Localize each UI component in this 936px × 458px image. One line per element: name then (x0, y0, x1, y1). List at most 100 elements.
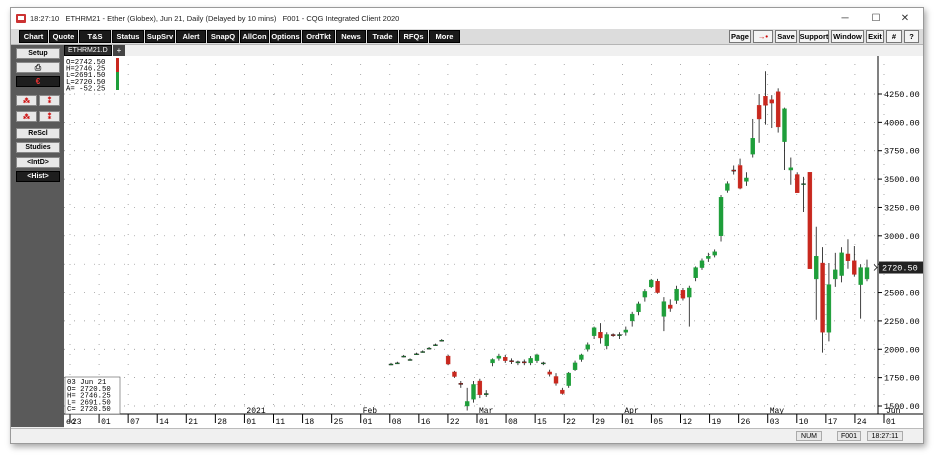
candle-body (756, 105, 762, 120)
candle[interactable] (566, 371, 571, 388)
x-tick-label: 05 (653, 418, 663, 427)
toolbar-window-button[interactable]: Window (831, 30, 864, 43)
x-tick-label: 07 (130, 418, 140, 427)
y-tick-label: 2000.00 (884, 345, 920, 355)
candle[interactable] (452, 370, 457, 378)
toolbar-rfqs-button[interactable]: RFQs (399, 30, 428, 43)
printer-icon: ⎙ (34, 62, 42, 72)
candle-body (401, 355, 406, 358)
candle-body (649, 279, 654, 288)
candle-body (458, 383, 464, 385)
app-icon (16, 14, 26, 23)
toolbar-status-button[interactable]: Status (112, 30, 144, 43)
candle-body (814, 256, 819, 280)
toolbar-trade-button[interactable]: Trade (367, 30, 398, 43)
x-tick-label: 17 (828, 418, 838, 427)
x-tick-label: 01 (363, 418, 373, 427)
candle-body (414, 353, 419, 356)
toolbar-ordtkt-button[interactable]: OrdTkt (302, 30, 335, 43)
candle-body (407, 359, 413, 361)
toolbar-snapq-button[interactable]: SnapQ (207, 30, 239, 43)
candle[interactable] (471, 381, 476, 403)
toolbar-quote-button[interactable]: Quote (49, 30, 78, 43)
toolbar-support-button[interactable]: Support (799, 30, 829, 43)
candle-body (572, 362, 578, 370)
toolbar-alert-button[interactable]: Alert (176, 30, 206, 43)
candle-body (439, 339, 444, 342)
currency-button[interactable]: € (16, 76, 60, 87)
candle[interactable] (807, 172, 813, 269)
historical-button[interactable]: <Hist> (16, 171, 60, 182)
toolbar-next-page-button[interactable]: →• (753, 30, 773, 43)
candle[interactable] (775, 88, 781, 133)
toolbar-exit-button[interactable]: Exit (866, 30, 884, 43)
x-tick-label: 21 (188, 418, 198, 427)
y-tick-label: 3250.00 (884, 203, 920, 213)
candle-body (858, 267, 863, 285)
candle-body (547, 371, 552, 375)
x-tick-label: 01 (479, 418, 489, 427)
x-tick-label: 22 (450, 418, 460, 427)
candle-body (833, 269, 838, 280)
candle-body (794, 174, 800, 193)
toolbar-chart-button[interactable]: Chart (19, 30, 48, 43)
candle[interactable] (655, 278, 660, 294)
close-button[interactable]: ✕ (889, 8, 921, 29)
candle-body (680, 290, 686, 299)
grid-tool-2-button[interactable]: ⁑ (39, 95, 60, 106)
x-tick-label: 22 (566, 418, 576, 427)
candle-body (484, 393, 489, 395)
page-indicator: F001 (837, 431, 861, 441)
maximize-button[interactable]: ☐ (860, 8, 892, 29)
candle-body (820, 262, 825, 333)
candle-body (775, 91, 781, 128)
toolbar-save-button[interactable]: Save (775, 30, 797, 43)
toolbar-page-button[interactable]: Page (729, 30, 751, 43)
status-time: 18:27:11 (867, 431, 903, 441)
print-button[interactable]: ⎙ (16, 62, 60, 73)
candle-body (687, 287, 692, 298)
price-chart[interactable]: 4250.00 4000.00 3750.00 3500.00 3250.00 3000.… (64, 56, 923, 428)
num-lock-indicator: NUM (796, 431, 822, 441)
toolbar-help-button[interactable]: ? (904, 30, 919, 43)
candle-body (763, 96, 768, 106)
toolbar-allcon-button[interactable]: AllCon (240, 30, 269, 43)
candle-body (452, 371, 457, 377)
candle-body (534, 354, 540, 361)
toolbar-grid-button[interactable]: # (886, 30, 902, 43)
toolbar-news-button[interactable]: News (336, 30, 366, 43)
candle-body (807, 172, 813, 269)
x-tick-label: 12 (683, 418, 693, 427)
toolbar-options-button[interactable]: Options (270, 30, 301, 43)
x-month-label: Mar (479, 407, 494, 416)
candle[interactable] (718, 194, 724, 242)
candle[interactable] (649, 278, 654, 289)
candle-body (541, 362, 546, 365)
candle[interactable] (794, 172, 800, 193)
ohlc-readout-line: A= -52.25 (66, 85, 105, 93)
chart-tab[interactable]: ETHRM21.D (64, 45, 112, 56)
setup-button[interactable]: Setup (16, 48, 60, 59)
intraday-button[interactable]: <IntD> (16, 157, 60, 168)
x-edge-label: ec (66, 418, 76, 427)
y-tick-label: 1750.00 (884, 374, 920, 384)
minimize-button[interactable]: ─ (829, 8, 861, 29)
candle-body (744, 177, 749, 182)
grid-tool-icon: ⁑ (47, 97, 52, 105)
grid-tool-4-button[interactable]: ⁑ (39, 111, 60, 122)
rescale-button[interactable]: ReScl (16, 128, 60, 139)
candle-body (598, 332, 603, 339)
grid-tool-3-button[interactable]: ⁂ (16, 111, 37, 122)
grid-tool-1-button[interactable]: ⁂ (16, 95, 37, 106)
candle[interactable] (445, 354, 451, 366)
toolbar-supsrv-button[interactable]: SupSrv (145, 30, 175, 43)
toolbar-more-button[interactable]: More (429, 30, 460, 43)
add-chart-tab-button[interactable]: + (113, 45, 125, 56)
window-title: 18:27:10 ETHRM21 - Ether (Globex), Jun 2… (30, 14, 400, 23)
candle-body (668, 304, 673, 309)
x-tick-label: 01 (246, 418, 256, 427)
studies-button[interactable]: Studies (16, 142, 60, 153)
left-sidebar: Setup ⎙ € ⁂ ⁑ ⁂ ⁑ ReScl Studies <IntD> <… (11, 45, 64, 427)
toolbar-ts-button[interactable]: T&S (79, 30, 111, 43)
x-tick-label: 01 (101, 418, 111, 427)
